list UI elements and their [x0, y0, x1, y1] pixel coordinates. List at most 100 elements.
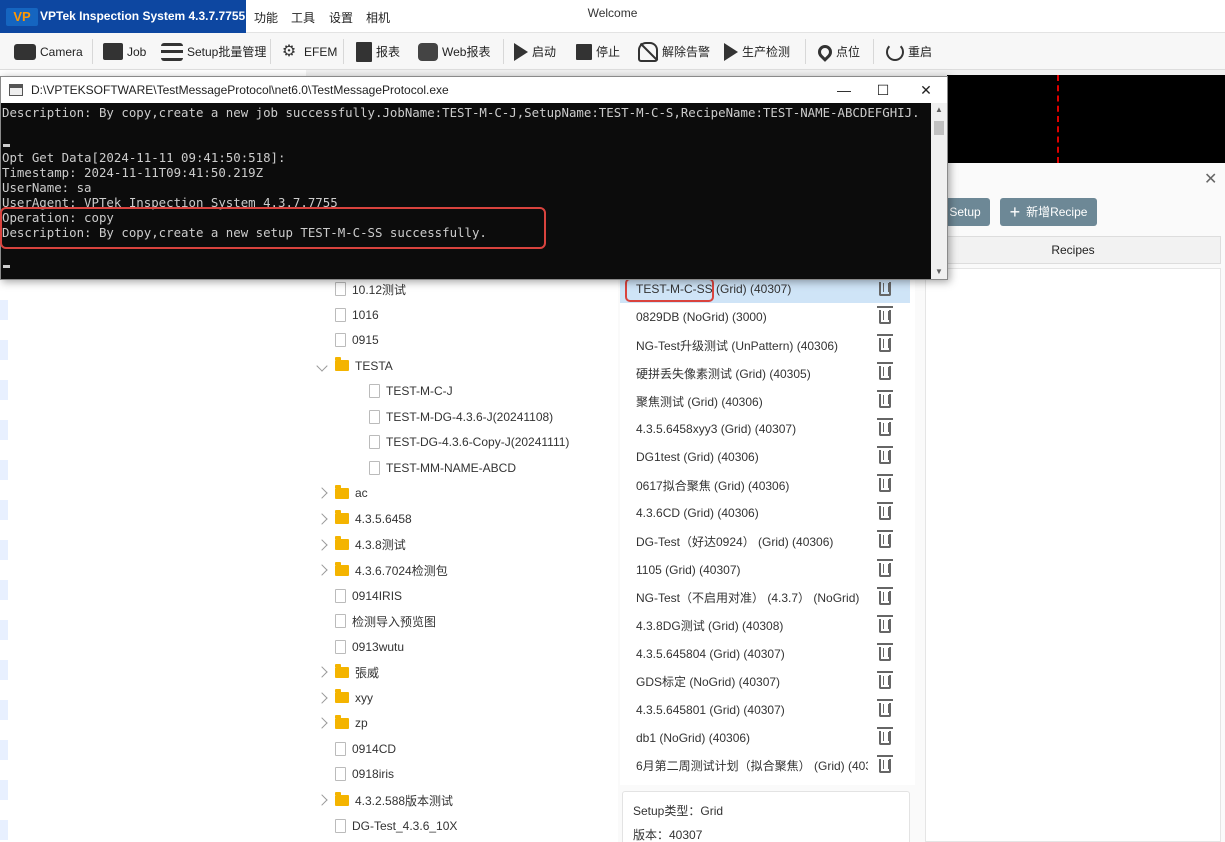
setup-row[interactable]: 硬拼丢失像素测试 (Grid) (40305)	[620, 359, 910, 387]
setup-row[interactable]: 0829DB (NoGrid) (3000)	[620, 303, 910, 331]
trash-icon[interactable]	[877, 754, 893, 773]
setup-row[interactable]: NG-Test升级测试 (UnPattern) (40306)	[620, 331, 910, 359]
menu-function[interactable]: 功能	[254, 9, 278, 26]
efem-button[interactable]: ⚙ EFEM	[278, 33, 338, 70]
trash-icon[interactable]	[877, 446, 893, 465]
trash-icon[interactable]	[877, 642, 893, 661]
stop-button[interactable]: 停止	[576, 33, 620, 70]
tree-item[interactable]: TEST-M-C-J	[352, 381, 453, 401]
chevron-right-icon[interactable]	[316, 538, 328, 551]
tree-item-label: TESTA	[355, 358, 393, 373]
tree-item[interactable]: 检测导入预览图	[318, 611, 436, 631]
setup-row[interactable]: DG1test (Grid) (40306)	[620, 443, 910, 471]
scroll-down-icon[interactable]: ▼	[931, 265, 947, 279]
job-button[interactable]: Job	[103, 33, 146, 70]
tree-item[interactable]: 0915	[318, 330, 379, 350]
setup-batch-button[interactable]: Setup批量管理	[161, 33, 266, 70]
production-inspection-button[interactable]: 生产检测	[724, 33, 790, 70]
tree-item[interactable]: 0918iris	[318, 764, 394, 784]
maximize-button[interactable]: ☐	[868, 80, 898, 100]
new-recipe-button[interactable]: + 新增Recipe	[1000, 198, 1097, 226]
setup-row[interactable]: 0617拟合聚焦 (Grid) (40306)	[620, 471, 910, 499]
close-button[interactable]: ✕	[911, 80, 941, 100]
setup-row[interactable]: db1 (NoGrid) (40306)	[620, 724, 910, 752]
clear-alarm-button[interactable]: 解除告警	[638, 33, 710, 70]
tree-item[interactable]: 0914CD	[318, 739, 396, 759]
tree-item[interactable]: 4.3.8测试	[316, 535, 406, 555]
setup-row[interactable]: GDS标定 (NoGrid) (40307)	[620, 668, 910, 696]
setup-list: TEST-M-C-SS (Grid) (40307) 0829DB (NoGrid…	[620, 275, 915, 785]
close-icon[interactable]: ✕	[1204, 169, 1217, 189]
trash-icon[interactable]	[877, 362, 893, 381]
tree-item[interactable]: 4.3.6.7024检测包	[316, 560, 448, 580]
chevron-down-icon[interactable]	[316, 359, 328, 372]
tree-item[interactable]: 4.3.2.588版本测试	[316, 790, 454, 810]
menu-camera[interactable]: 相机	[366, 9, 390, 26]
chevron-right-icon[interactable]	[316, 564, 328, 576]
chevron-right-icon[interactable]	[316, 666, 328, 678]
tree-item[interactable]: TEST-DG-4.3.6-Copy-J(20241111)	[352, 432, 569, 452]
trash-icon[interactable]	[877, 586, 893, 605]
setup-row[interactable]: 聚焦测试 (Grid) (40306)	[620, 387, 910, 415]
tree-item[interactable]: 10.12测试	[318, 279, 406, 299]
tree-item[interactable]: zp	[316, 713, 368, 733]
tree-item[interactable]: 4.3.5.6458	[316, 509, 412, 529]
setup-row[interactable]: 4.3.5.645804 (Grid) (40307)	[620, 640, 910, 668]
point-button[interactable]: 点位	[815, 33, 860, 70]
restart-button[interactable]: 重启	[886, 33, 932, 70]
setup-row[interactable]: 4.3.5.645801 (Grid) (40307)	[620, 696, 910, 724]
chevron-right-icon[interactable]	[316, 794, 328, 806]
trash-icon[interactable]	[877, 670, 893, 689]
setup-row[interactable]: DG-Test（好达0924） (Grid) (40306)	[620, 527, 910, 555]
trash-icon[interactable]	[877, 418, 893, 437]
tree-item[interactable]: ac	[316, 483, 368, 503]
setup-row[interactable]: NG-Test（不启用对准） (4.3.7） (NoGrid)	[620, 584, 910, 612]
setup-row[interactable]: 1105 (Grid) (40307)	[620, 556, 910, 584]
trash-icon[interactable]	[877, 306, 893, 325]
trash-icon[interactable]	[877, 334, 893, 353]
chevron-right-icon[interactable]	[316, 692, 328, 704]
tree-item-label: 4.3.2.588版本测试	[355, 793, 454, 808]
chevron-right-icon[interactable]	[316, 513, 328, 525]
trash-icon[interactable]	[877, 502, 893, 521]
trash-icon[interactable]	[877, 614, 893, 633]
tree-item[interactable]: TESTA	[316, 356, 393, 376]
trash-icon[interactable]	[877, 726, 893, 745]
tree-item[interactable]: DG-Test_4.3.6_10X	[318, 816, 457, 836]
setup-row[interactable]: 4.3.5.6458xyy3 (Grid) (40307)	[620, 415, 910, 443]
chevron-right-icon[interactable]	[316, 717, 328, 730]
tree-item[interactable]: 0913wutu	[318, 637, 404, 657]
tree-item[interactable]: 0914IRIS	[318, 586, 402, 606]
tree-item-label: TEST-MM-NAME-ABCD	[386, 460, 516, 475]
console-scrollbar[interactable]: ▲ ▼	[931, 103, 947, 279]
setup-row[interactable]: 4.3.6CD (Grid) (40306)	[620, 499, 910, 527]
trash-icon[interactable]	[877, 278, 893, 296]
tree-item-label: TEST-M-DG-4.3.6-J(20241108)	[386, 409, 554, 424]
highlight-box	[625, 278, 714, 302]
tree-item[interactable]: 1016	[318, 305, 379, 325]
main-toolbar: Camera Job Setup批量管理 ⚙ EFEM 报表 Web报表 启动 停…	[0, 33, 1225, 70]
file-icon	[335, 741, 346, 756]
menu-settings[interactable]: 设置	[329, 9, 353, 26]
scroll-up-icon[interactable]: ▲	[931, 103, 947, 117]
trash-icon[interactable]	[877, 558, 893, 577]
tree-item[interactable]: TEST-MM-NAME-ABCD	[352, 458, 516, 478]
menu-tools[interactable]: 工具	[291, 9, 315, 26]
trash-icon[interactable]	[877, 698, 893, 717]
report-button[interactable]: 报表	[356, 33, 400, 70]
camera-button[interactable]: Camera	[14, 33, 83, 70]
web-report-button[interactable]: Web报表	[418, 33, 490, 70]
minimize-button[interactable]: —	[829, 80, 859, 100]
setup-row[interactable]: 4.3.8DG测试 (Grid) (40308)	[620, 612, 910, 640]
tree-item[interactable]: TEST-M-DG-4.3.6-J(20241108)	[352, 407, 553, 427]
setup-row[interactable]: 6月第二周测试计划（拟合聚焦） (Grid) (403	[620, 752, 910, 780]
tree-item[interactable]: xyy	[316, 688, 373, 708]
tree-item[interactable]: 張威	[316, 662, 379, 682]
chevron-right-icon[interactable]	[316, 487, 328, 500]
console-cursor	[3, 265, 10, 268]
scrollbar-thumb[interactable]	[934, 121, 944, 135]
start-button[interactable]: 启动	[514, 33, 556, 70]
trash-icon[interactable]	[877, 530, 893, 549]
trash-icon[interactable]	[877, 474, 893, 493]
trash-icon[interactable]	[877, 390, 893, 409]
